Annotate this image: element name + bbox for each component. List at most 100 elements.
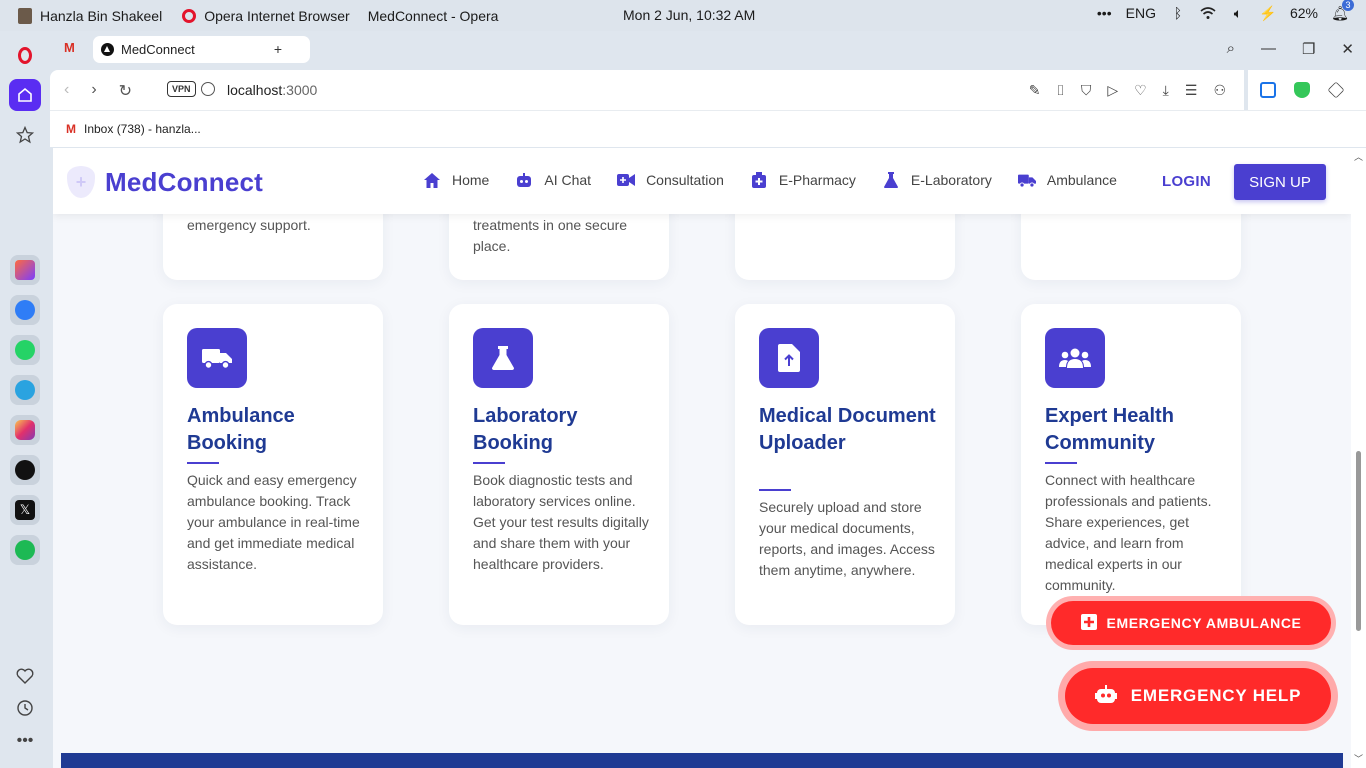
nav-home[interactable]: Home (423, 172, 489, 188)
card-description: Securely upload and store your medical d… (759, 499, 935, 578)
x-twitter-icon[interactable]: 𝕏 (10, 495, 40, 525)
url-port: :3000 (282, 82, 318, 98)
login-button[interactable]: LOGIN (1162, 173, 1211, 190)
nav-e-laboratory-label: E-Laboratory (910, 172, 992, 188)
new-tab-plus-icon[interactable]: + (270, 41, 286, 57)
tiktok-icon[interactable] (10, 455, 40, 485)
file-upload-icon (759, 328, 819, 388)
forward-icon[interactable]: › (91, 81, 96, 101)
spotify-icon[interactable] (10, 535, 40, 565)
service-card-ambulance[interactable]: Ambulance Booking Quick and easy emergen… (163, 304, 383, 625)
card-title: Laboratory Booking (473, 405, 578, 454)
truck-icon (1017, 172, 1036, 188)
card-title: Expert Health Community (1045, 405, 1174, 454)
users-icon (1045, 328, 1105, 388)
emergency-help-button[interactable]: EMERGENCY HELP (1058, 661, 1338, 731)
os-taskbar: Hanzla Bin Shakeel Opera Internet Browse… (0, 0, 1366, 31)
notifications-icon[interactable]: 🔔︎ 3 (1331, 0, 1354, 21)
title-underline (473, 462, 505, 464)
scroll-up-arrow-icon[interactable]: ︿ (1354, 150, 1363, 163)
brand-name: MedConnect (105, 166, 263, 197)
service-card-laboratory[interactable]: Laboratory Booking Book diagnostic tests… (449, 304, 669, 625)
bookmarks-star-icon[interactable] (9, 119, 41, 151)
card-title: Ambulance Booking (187, 405, 295, 454)
close-window-icon[interactable]: ✕ (1341, 40, 1354, 58)
signup-button[interactable]: SIGN UP (1234, 164, 1326, 200)
extensions-cube-icon[interactable] (1327, 81, 1345, 99)
flask-icon (473, 328, 533, 388)
scrollbar-thumb[interactable] (1356, 451, 1361, 631)
nav-e-pharmacy-label: E-Pharmacy (778, 172, 856, 188)
nav-ambulance[interactable]: Ambulance (1017, 172, 1117, 188)
edit-page-icon[interactable]: ✎ (1029, 82, 1041, 99)
extension-shield-icon[interactable] (1294, 82, 1310, 98)
bookmarks-bar: M Inbox (738) - hanzla... (50, 110, 1366, 147)
wifi-icon[interactable] (1200, 5, 1216, 21)
os-clock[interactable]: Mon 2 Jun, 10:32 AM (623, 7, 755, 23)
back-icon[interactable]: ‹ (64, 81, 69, 101)
emergency-ambulance-button[interactable]: EMERGENCY AMBULANCE (1046, 596, 1336, 650)
tab-search-icon[interactable]: ⌕ (1227, 40, 1235, 58)
messenger-icon[interactable] (10, 295, 40, 325)
player-icon[interactable]: ▷ (1107, 82, 1118, 99)
robot-icon (1094, 684, 1117, 708)
nav-e-laboratory[interactable]: E-Laboratory (882, 172, 992, 188)
downloads-icon[interactable]: ⤓ (1163, 82, 1169, 99)
instagram-icon[interactable] (10, 415, 40, 445)
service-card-document-uploader[interactable]: Medical Document Uploader Securely uploa… (735, 304, 955, 625)
nav-ai-chat[interactable]: AI Chat (515, 172, 591, 188)
whatsapp-icon[interactable] (10, 335, 40, 365)
history-clock-icon[interactable] (9, 692, 41, 724)
main-menu: Home AI Chat Consultation E-Pharmacy E-L… (423, 172, 1143, 188)
opera-menu-icon[interactable] (9, 39, 41, 71)
profile-icon[interactable]: ⚇ (1213, 82, 1226, 99)
battery-charging-icon[interactable]: ⚡ (1259, 5, 1276, 21)
reload-icon[interactable]: ↻ (119, 81, 132, 101)
volume-icon[interactable]: 🔈︎ (1230, 5, 1246, 21)
url-field[interactable]: localhost:3000 (227, 82, 317, 98)
medical-plus-icon (1080, 613, 1097, 633)
card-description-fragment: treatments in one secure (473, 217, 628, 233)
favorites-heart-icon[interactable] (9, 660, 41, 692)
restore-icon[interactable]: ❐ (1302, 40, 1315, 58)
easy-setup-icon[interactable]: ☰ (1185, 82, 1198, 99)
shield-plus-logo-icon: + (67, 166, 95, 198)
vpn-badge[interactable]: VPN (167, 81, 196, 97)
nav-consultation-label: Consultation (646, 172, 724, 188)
nav-home-label: Home (452, 172, 490, 188)
gmail-pinned-tab-icon[interactable]: M (64, 40, 75, 55)
scroll-down-arrow-icon[interactable]: ﹀ (1354, 752, 1363, 765)
snapshot-camera-icon[interactable]: ⌷ (1056, 82, 1064, 99)
nav-consultation[interactable]: Consultation (617, 172, 724, 188)
my-flow-heart-icon[interactable]: ♡ (1134, 82, 1147, 99)
sidebar-more-icon[interactable]: ••• (9, 725, 41, 757)
card-description: Book diagnostic tests and laboratory ser… (473, 472, 649, 572)
site-navbar: + MedConnect Home AI Chat Consultation E… (53, 148, 1351, 214)
bluetooth-icon[interactable]: ᛒ (1170, 5, 1186, 21)
card-title: Medical Document Uploader (759, 405, 936, 454)
site-info-globe-icon[interactable] (201, 82, 215, 96)
card-description: Quick and easy emergency ambulance booki… (187, 472, 360, 572)
minimize-icon[interactable]: — (1261, 40, 1276, 58)
telegram-icon[interactable] (10, 375, 40, 405)
more-icon[interactable]: ••• (1097, 5, 1112, 21)
notification-count: 3 (1342, 0, 1354, 11)
language-indicator[interactable]: ENG (1126, 5, 1156, 21)
bookmark-gmail-inbox[interactable]: Inbox (738) - hanzla... (84, 122, 201, 136)
page-scrollbar[interactable]: ︿ ﹀ (1351, 148, 1366, 768)
url-host: localhost (227, 82, 283, 98)
adblock-shield-icon[interactable]: ⛉ (1081, 82, 1092, 99)
address-bar: ‹ › ↻ VPN localhost:3000 ✎ ⌷ ⛉ ▷ ♡ ⤓ ☰ ⚇ (50, 70, 1244, 110)
card-description-fragment: emergency support. (187, 217, 311, 233)
user-avatar-icon (18, 7, 32, 24)
aria-app-icon[interactable] (10, 255, 40, 285)
brand-logo[interactable]: + MedConnect (67, 166, 263, 198)
os-app-name: Opera Internet Browser (204, 7, 350, 24)
service-card-community[interactable]: Expert Health Community Connect with hea… (1021, 304, 1241, 625)
speed-dial-home-icon[interactable] (9, 79, 41, 111)
nav-ai-chat-label: AI Chat (544, 172, 592, 188)
nav-e-pharmacy[interactable]: E-Pharmacy (750, 172, 856, 188)
battery-level[interactable]: 62% (1290, 5, 1318, 21)
home-icon (423, 172, 441, 188)
extension-translate-icon[interactable] (1260, 82, 1276, 98)
